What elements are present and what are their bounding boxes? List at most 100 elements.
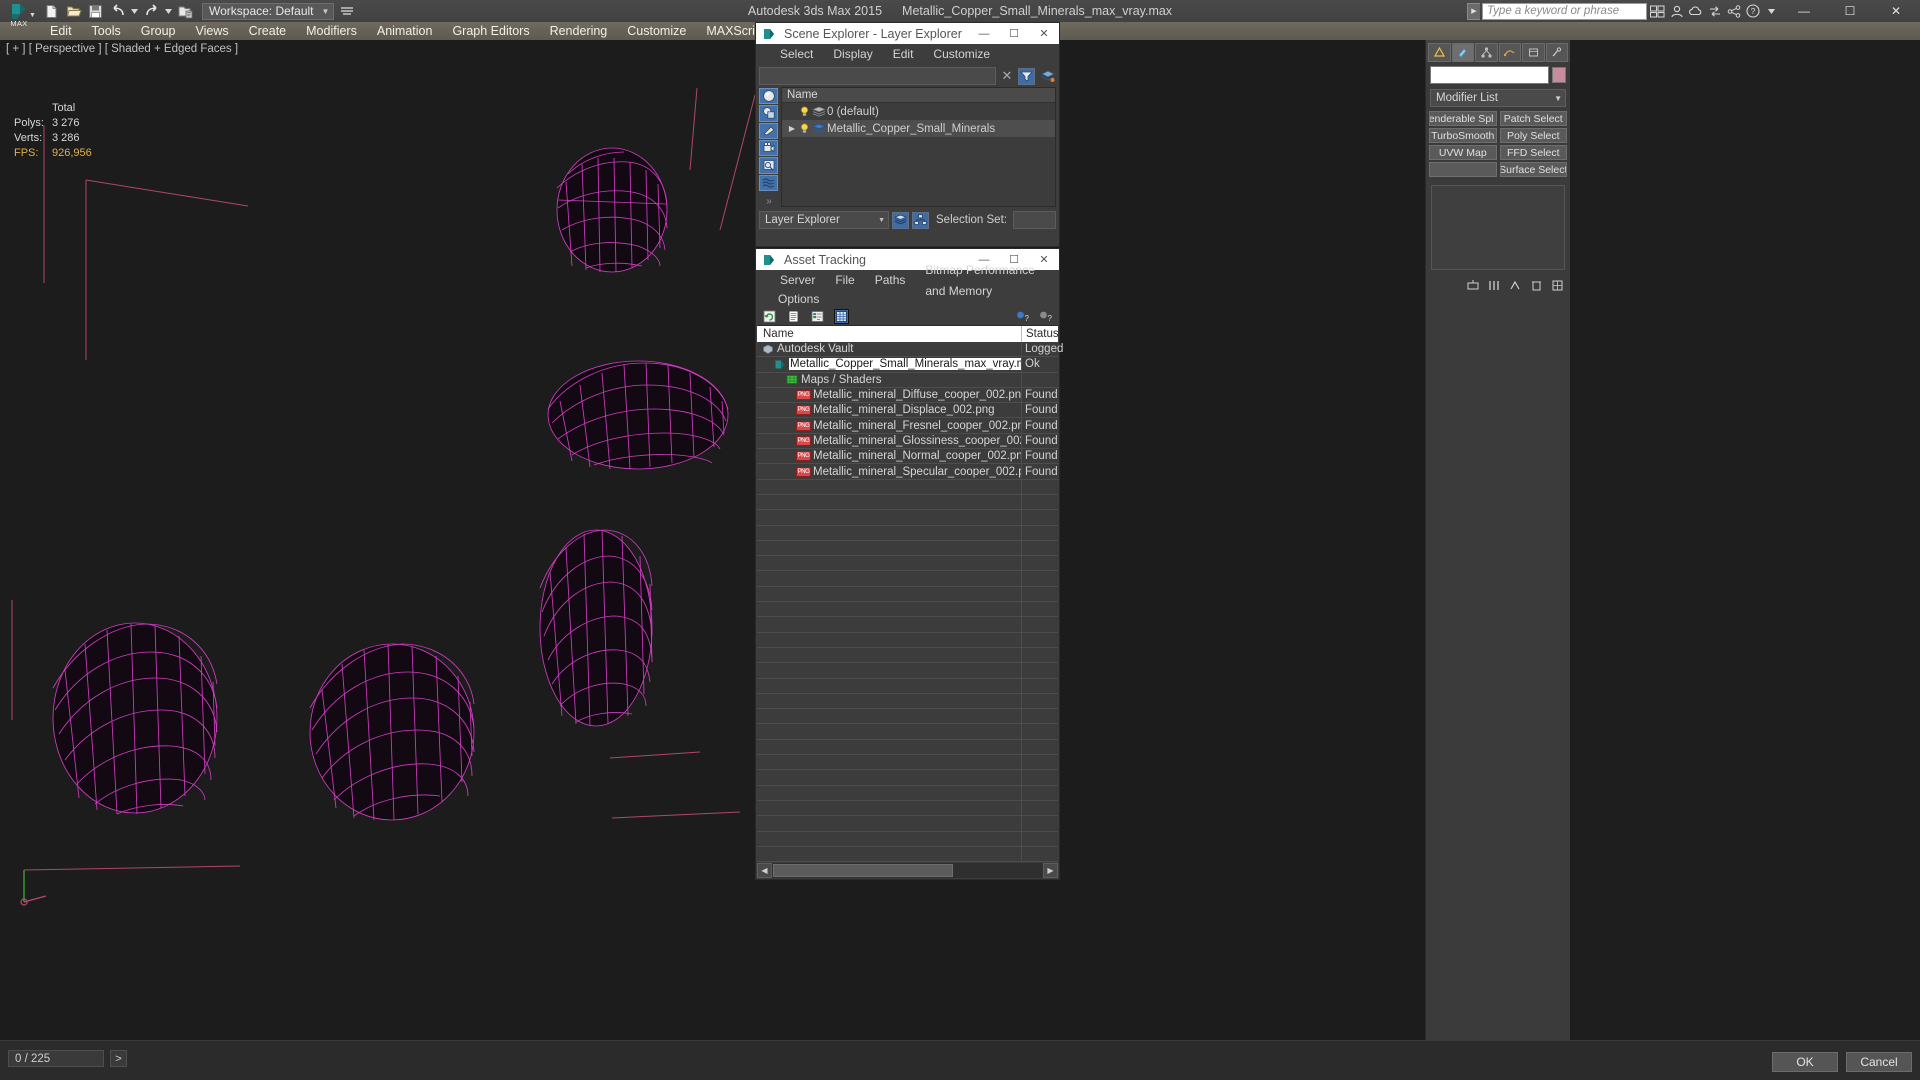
table-row[interactable]: Metallic_Copper_Small_Minerals_max_vray.… — [757, 357, 1058, 373]
table-row-empty[interactable] — [757, 755, 1058, 771]
filter-icon[interactable] — [1018, 67, 1035, 85]
open-file-icon[interactable] — [64, 2, 83, 21]
scene-explorer-dialog[interactable]: Scene Explorer - Layer Explorer — ☐ ✕ Se… — [755, 22, 1060, 247]
workspace-selector[interactable]: Workspace: Default ▼ — [202, 2, 335, 20]
table-row-empty[interactable] — [757, 678, 1058, 694]
sphere-filter-icon[interactable] — [759, 88, 778, 105]
scroll-thumb[interactable] — [773, 864, 953, 877]
menu-item-options[interactable]: Options — [770, 291, 827, 307]
menu-item-server[interactable]: Server — [770, 270, 825, 291]
redo-icon[interactable] — [142, 2, 161, 21]
asset-name-cell[interactable]: PNG Metallic_mineral_Displace_002.png — [757, 403, 1022, 418]
workspace-grid-icon[interactable] — [1649, 3, 1666, 20]
table-view-icon[interactable] — [834, 308, 849, 324]
menu-item-customize[interactable]: Customize — [923, 44, 1000, 65]
modifier-list-row[interactable]: Modifier List ▼ — [1426, 87, 1570, 109]
expand-arrow-icon[interactable]: ▶ — [786, 124, 798, 133]
asset-tracking-dialog[interactable]: Asset Tracking — ☐ ✕ Server File Paths B… — [755, 248, 1063, 880]
column-header-name[interactable]: Name — [757, 326, 1022, 342]
table-row-empty[interactable] — [757, 632, 1058, 648]
display-tab[interactable] — [1522, 42, 1545, 62]
modifier-btn-ffd-select[interactable]: FFD Select — [1499, 145, 1567, 160]
scene-explorer-filter-toolbar[interactable]: » — [759, 87, 779, 207]
table-row-empty[interactable] — [757, 663, 1058, 679]
table-row-empty[interactable] — [757, 770, 1058, 786]
minimize-button[interactable]: — — [969, 23, 999, 44]
hierarchy-tab[interactable] — [1475, 42, 1498, 62]
clear-search-icon[interactable]: ✕ — [1000, 68, 1014, 84]
layers-manage-icon[interactable] — [892, 211, 909, 229]
modifier-stack-toolbar[interactable] — [1431, 274, 1565, 296]
scene-explorer-menubar[interactable]: Select Display Edit Customize — [756, 44, 1059, 65]
save-file-icon[interactable] — [86, 2, 105, 21]
menu-item-edit[interactable]: Edit — [40, 22, 82, 40]
set-project-folder-icon[interactable] — [176, 2, 195, 21]
workspace-menu-icon[interactable] — [337, 2, 356, 21]
pin-stack-icon[interactable] — [1466, 278, 1481, 293]
lights-filter-icon[interactable] — [759, 122, 778, 139]
table-row[interactable]: PNG Metallic_mineral_Diffuse_cooper_002.p… — [757, 387, 1058, 404]
more-filters-icon[interactable]: » — [759, 196, 779, 207]
menu-item-tools[interactable]: Tools — [82, 22, 131, 40]
asset-tracking-horizontal-scrollbar[interactable]: ◀ ▶ — [757, 863, 1058, 878]
table-row-empty[interactable] — [757, 739, 1058, 756]
table-row-empty[interactable] — [757, 800, 1058, 817]
asset-tracking-toolbar-right[interactable]: ? ? — [1015, 309, 1053, 324]
cancel-button[interactable]: Cancel — [1846, 1052, 1912, 1072]
new-file-icon[interactable] — [42, 2, 61, 21]
menu-item-file[interactable]: File — [825, 270, 864, 291]
menu-item-select[interactable]: Select — [770, 44, 823, 65]
modifier-btn-poly-select[interactable]: Poly Select — [1499, 128, 1567, 143]
modifier-btn-turbosmooth[interactable]: TurboSmooth — [1429, 128, 1497, 143]
table-row-empty[interactable] — [757, 846, 1058, 863]
minimize-button[interactable]: — — [1782, 0, 1826, 22]
spacewarps-filter-icon[interactable] — [759, 174, 778, 191]
scroll-right-button[interactable]: ▶ — [1043, 863, 1058, 878]
refresh-icon[interactable] — [762, 309, 777, 324]
table-row-empty[interactable] — [757, 510, 1058, 526]
scene-explorer-footer[interactable]: Layer Explorer ▼ Selection Set: — [756, 209, 1059, 231]
object-color-swatch[interactable] — [1552, 67, 1566, 83]
asset-name-cell[interactable]: PNG Metallic_mineral_Fresnel_cooper_002.p… — [757, 418, 1022, 433]
menu-item-edit[interactable]: Edit — [883, 44, 924, 65]
help-add-icon[interactable]: ? — [1015, 309, 1030, 324]
table-row-empty[interactable] — [757, 571, 1058, 587]
asset-tracking-menubar[interactable]: Server File Paths Bitmap Performance and… — [756, 263, 1059, 298]
table-row-empty[interactable] — [757, 724, 1058, 740]
quick-access-toolbar[interactable]: Workspace: Default ▼ — [0, 0, 356, 22]
tree-view-icon[interactable] — [810, 309, 825, 324]
scene-explorer-row-metallic-copper-layer[interactable]: ▶ Metallic_Copper_Small_Minerals — [782, 120, 1055, 137]
scene-explorer-name-column-header[interactable]: Name — [782, 88, 1055, 103]
command-panel[interactable]: Modifier List ▼ enderable Spl Patch Sele… — [1425, 40, 1570, 1040]
select-from-scene-buttons[interactable]: OK Cancel — [1772, 1052, 1912, 1072]
table-row-empty[interactable] — [757, 586, 1058, 603]
asset-name-cell[interactable]: PNG Metallic_mineral_Diffuse_cooper_002.p… — [757, 387, 1022, 403]
frame-counter-field[interactable]: 0 / 225 — [8, 1050, 104, 1067]
modifier-btn-blank[interactable] — [1429, 162, 1497, 177]
modifier-btn-surface-select[interactable]: Surface Select — [1499, 162, 1567, 177]
asset-tracking-table[interactable]: Name Status Autodesk Vault Logged Metallic… — [757, 325, 1063, 863]
explorer-mode-dropdown[interactable]: Layer Explorer ▼ — [759, 211, 889, 229]
motion-tab[interactable] — [1498, 42, 1521, 62]
signin-icon[interactable] — [1668, 3, 1685, 20]
asset-name-cell[interactable]: PNG Metallic_mineral_Glossiness_cooper_00… — [757, 433, 1022, 449]
modifier-button-grid[interactable]: enderable Spl Patch Select TurboSmooth P… — [1426, 109, 1570, 179]
app-menu-caret-icon[interactable]: ▼ — [29, 12, 36, 19]
asset-name-cell[interactable]: Autodesk Vault — [757, 342, 1022, 357]
modify-tab[interactable] — [1451, 42, 1474, 62]
table-row-empty[interactable] — [757, 479, 1058, 495]
table-row[interactable]: PNG Metallic_mineral_Specular_cooper_002.… — [757, 464, 1058, 480]
light-bulb-icon[interactable] — [798, 106, 811, 117]
asset-tracking-header-row[interactable]: Name Status — [757, 326, 1059, 342]
scene-explorer-titlebar[interactable]: Scene Explorer - Layer Explorer — ☐ ✕ — [756, 23, 1059, 44]
scene-explorer-tree[interactable]: Name 0 (default) ▶ Metallic_Copper_Small… — [781, 87, 1056, 207]
ok-button[interactable]: OK — [1772, 1052, 1838, 1072]
asset-tracking-rows[interactable]: Autodesk Vault Logged Metallic_Copper_Smal… — [757, 342, 1063, 863]
scene-explorer-row-default-layer[interactable]: 0 (default) — [782, 103, 1055, 120]
column-header-status[interactable]: Status — [1022, 326, 1059, 342]
undo-dropdown-icon[interactable] — [130, 2, 139, 21]
table-row-empty[interactable] — [757, 816, 1058, 832]
menu-item-modifiers[interactable]: Modifiers — [296, 22, 367, 40]
modifier-btn-patch-select[interactable]: Patch Select — [1499, 111, 1567, 126]
close-button[interactable]: ✕ — [1029, 23, 1059, 44]
